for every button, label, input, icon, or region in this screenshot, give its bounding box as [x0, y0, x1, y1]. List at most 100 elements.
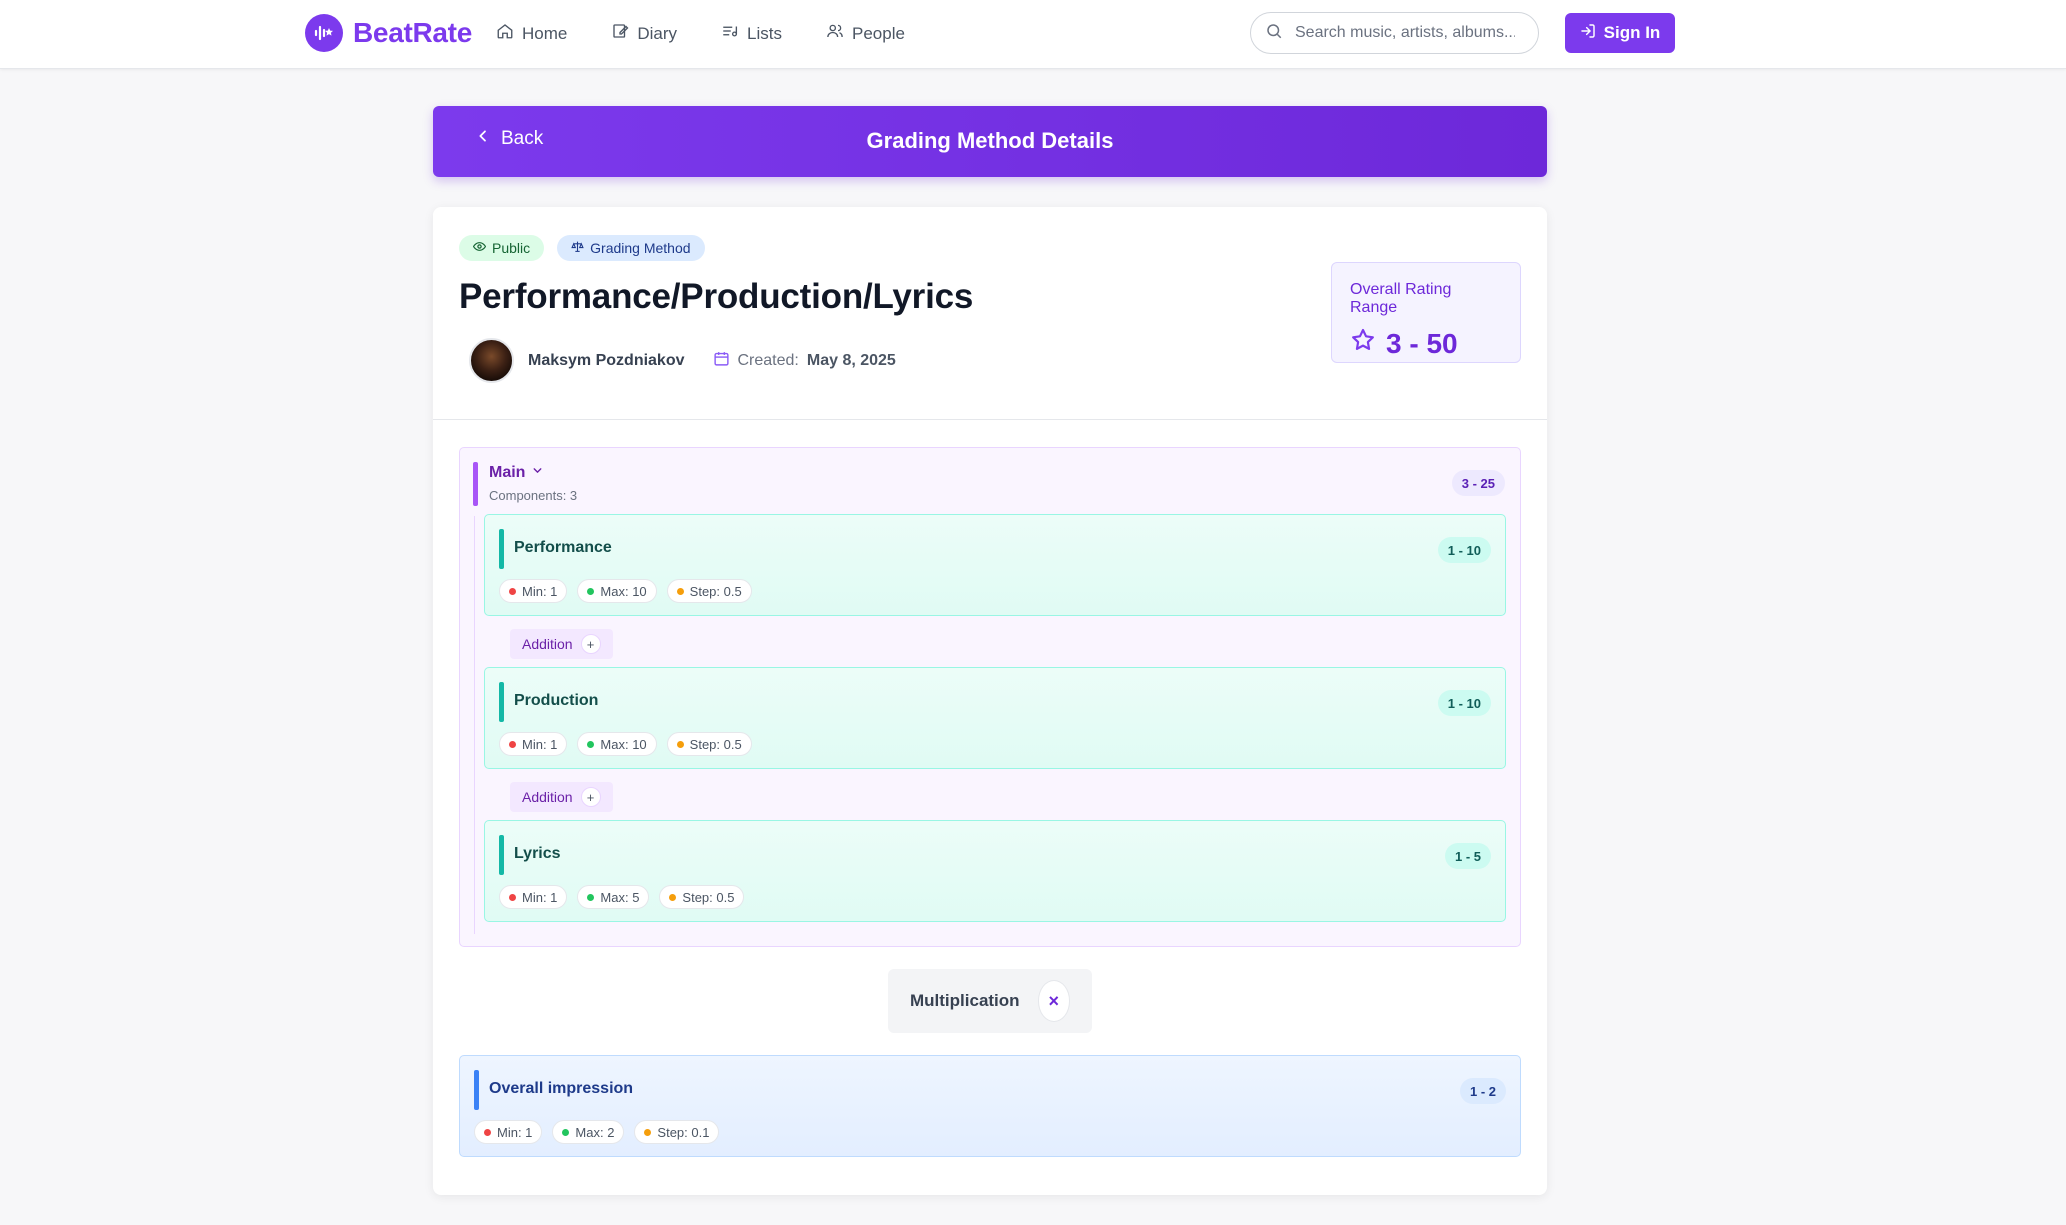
section-divider [433, 419, 1547, 420]
group-component-count: Components: 3 [489, 488, 578, 503]
step-chip: Step: 0.5 [666, 732, 752, 756]
max-value: Max: 2 [575, 1124, 615, 1140]
max-dot-icon [587, 587, 595, 595]
operation-addition: Addition + [510, 629, 613, 659]
min-dot-icon [484, 1128, 491, 1136]
overall-range-value: 3 - 50 [1386, 327, 1458, 359]
component-range-badge: 1 - 5 [1444, 843, 1491, 869]
top-navbar: BeatRate Home Diary Lists People Search … [0, 0, 2066, 69]
public-badge: Public [459, 235, 545, 261]
operation-label: Multiplication [910, 991, 1020, 1010]
component-params: Min: 1 Max: 2 Step: 0.1 [474, 1120, 720, 1144]
grading-method-card: Public Grading Method Performance/Produc… [433, 207, 1547, 1195]
group-accent-bar [473, 462, 478, 506]
step-chip: Step: 0.5 [666, 579, 752, 603]
component-range-badge: 1 - 2 [1459, 1078, 1506, 1104]
component-range-badge: 1 - 10 [1437, 537, 1491, 563]
nav-diary[interactable]: Diary [611, 22, 677, 45]
page-title: Grading Method Details [866, 128, 1114, 153]
component-name: Performance [514, 539, 612, 556]
nav-home[interactable]: Home [496, 22, 567, 45]
step-chip: Step: 0.5 [659, 885, 745, 909]
scale-icon [571, 240, 584, 256]
max-value: Max: 10 [600, 736, 647, 752]
nav-people[interactable]: People [826, 22, 905, 45]
author-name[interactable]: Maksym Pozdniakov [528, 352, 685, 370]
component-name: Lyrics [514, 845, 561, 862]
component-name: Production [514, 692, 599, 709]
component-params: Min: 1 Max: 10 Step: 0.5 [499, 732, 752, 756]
group-range-badge: 3 - 25 [1451, 470, 1505, 496]
step-dot-icon [676, 740, 684, 748]
min-dot-icon [509, 587, 516, 595]
grading-method-badge: Grading Method [557, 235, 705, 261]
min-value: Min: 1 [497, 1124, 533, 1140]
people-icon [826, 22, 844, 45]
max-chip: Max: 10 [577, 579, 657, 603]
step-dot-icon [644, 1128, 652, 1136]
eye-icon [472, 240, 487, 256]
max-chip: Max: 2 [552, 1120, 625, 1144]
page-header: Back Grading Method Details [433, 106, 1547, 177]
component-production: Production 1 - 10 Min: 1 Max: 10 Step: 0… [484, 667, 1506, 769]
home-icon [496, 22, 514, 45]
logo-icon [305, 14, 343, 52]
min-dot-icon [509, 893, 516, 901]
max-value: Max: 5 [600, 889, 640, 905]
component-lyrics: Lyrics 1 - 5 Min: 1 Max: 5 Step: 0.5 [484, 820, 1506, 922]
search-bar [1250, 12, 1539, 54]
component-accent-bar [474, 1070, 479, 1110]
sign-in-icon [1580, 23, 1596, 44]
min-chip: Min: 1 [474, 1120, 543, 1144]
sign-in-label: Sign In [1603, 23, 1661, 42]
nav-people-label: People [852, 23, 905, 43]
step-value: Step: 0.5 [689, 736, 742, 752]
component-performance: Performance 1 - 10 Min: 1 Max: 10 Step: … [484, 514, 1506, 616]
nav-lists[interactable]: Lists [721, 22, 782, 45]
chevron-down-icon [531, 464, 544, 482]
badge-row: Public Grading Method [459, 235, 705, 261]
overall-rating-range: Overall Rating Range 3 - 50 [1331, 262, 1521, 363]
diary-icon [611, 22, 629, 45]
group-tree-line [474, 516, 475, 934]
nav-lists-label: Lists [747, 23, 782, 43]
component-params: Min: 1 Max: 5 Step: 0.5 [499, 885, 745, 909]
search-input[interactable] [1295, 24, 1515, 42]
nav-home-label: Home [522, 23, 568, 43]
component-accent-bar [499, 529, 504, 569]
search-icon [1265, 22, 1283, 45]
grading-method-badge-label: Grading Method [590, 240, 691, 256]
logo[interactable]: BeatRate [305, 14, 472, 52]
overall-range-label: Overall Rating Range [1350, 281, 1452, 316]
max-chip: Max: 10 [577, 732, 657, 756]
step-value: Step: 0.1 [657, 1124, 710, 1140]
min-chip: Min: 1 [499, 579, 568, 603]
multiply-icon: × [1037, 980, 1070, 1022]
group-name: Main [489, 464, 526, 481]
sign-in-button[interactable]: Sign In [1565, 13, 1675, 53]
group-toggle[interactable]: Main [489, 464, 544, 482]
star-icon [1350, 327, 1376, 360]
calendar-icon [713, 350, 730, 372]
nav-diary-label: Diary [637, 23, 678, 43]
max-dot-icon [587, 893, 595, 901]
step-value: Step: 0.5 [682, 889, 735, 905]
max-dot-icon [587, 740, 595, 748]
component-group-main: Main Components: 3 3 - 25 Performance 1 … [459, 447, 1521, 947]
step-value: Step: 0.5 [689, 583, 742, 599]
min-value: Min: 1 [522, 889, 558, 905]
created-date: Created: May 8, 2025 [713, 350, 896, 372]
public-badge-label: Public [492, 240, 531, 256]
component-accent-bar [499, 835, 504, 875]
component-range-badge: 1 - 10 [1437, 690, 1491, 716]
min-chip: Min: 1 [499, 885, 568, 909]
operation-multiplication: Multiplication × [888, 969, 1092, 1033]
max-value: Max: 10 [600, 583, 647, 599]
lists-icon [721, 22, 739, 45]
min-value: Min: 1 [522, 583, 558, 599]
created-value: May 8, 2025 [806, 351, 896, 369]
avatar[interactable] [469, 338, 514, 383]
operation-label: Addition [522, 789, 573, 805]
author-row: Maksym Pozdniakov Created: May 8, 2025 [469, 338, 896, 383]
max-chip: Max: 5 [577, 885, 650, 909]
